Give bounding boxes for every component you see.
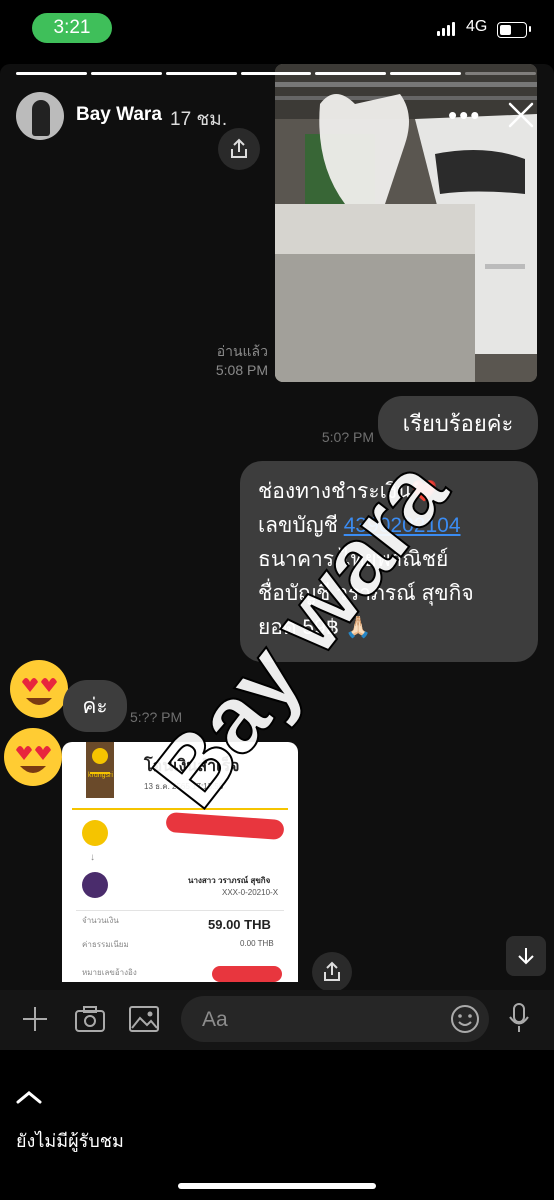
recipient-account: XXX-0-20210-X — [222, 888, 279, 897]
signal-icon — [437, 22, 455, 36]
arrow-down-icon: ↓ — [90, 852, 95, 863]
plus-icon[interactable] — [20, 1004, 50, 1039]
viewers-label[interactable]: ยังไม่มีผู้รับชม — [16, 1126, 124, 1155]
gallery-icon[interactable] — [128, 1004, 160, 1039]
close-icon[interactable] — [506, 100, 536, 130]
home-indicator[interactable] — [178, 1183, 376, 1189]
camera-icon[interactable] — [74, 1004, 106, 1039]
ref-label: หมายเลขอ้างอิง — [82, 968, 137, 977]
chat-message-3[interactable]: ค่ะ — [63, 680, 127, 732]
redacted-ref — [212, 966, 282, 982]
heart-eyes-emoji-2 — [4, 728, 62, 786]
amount-value: 59.00 THB — [208, 917, 271, 932]
emoji-icon[interactable] — [450, 1004, 480, 1039]
share-icon-2[interactable] — [312, 952, 352, 992]
amount-label: จำนวนเงิน — [82, 916, 119, 925]
story-username[interactable]: Bay Wara — [76, 104, 162, 126]
heart-eyes-emoji-1 — [10, 660, 68, 718]
message-time-2: 5:0? PM — [321, 429, 374, 445]
message-input-placeholder: Aa — [202, 1008, 228, 1031]
scroll-down-button[interactable] — [506, 936, 546, 976]
sender-bank-icon — [82, 820, 108, 846]
recipient-bank-icon — [82, 872, 108, 898]
bank-name: krungsri — [88, 772, 113, 779]
recipient-name: นางสาว วราภรณ์ สุขกิจ — [188, 876, 271, 885]
chat-message-1[interactable]: เรียบร้อยค่ะ — [378, 396, 538, 450]
chevron-up-icon[interactable] — [16, 1090, 42, 1109]
story-time: 17 ชม. — [170, 109, 228, 130]
chat-photo[interactable] — [275, 64, 537, 382]
network-label: 4G — [466, 18, 488, 35]
battery-tip — [529, 26, 531, 32]
fee-value: 0.00 THB — [240, 939, 274, 948]
status-time: 3:21 — [32, 13, 112, 43]
story-progress — [16, 72, 537, 76]
arrow-down-icon — [518, 948, 534, 965]
microphone-icon[interactable] — [508, 1002, 530, 1039]
share-icon[interactable] — [218, 128, 260, 170]
read-status: อ่านแล้ว 5:08 PM — [215, 343, 268, 378]
fee-label: ค่าธรรมเนียม — [82, 940, 129, 949]
krungsri-logo — [86, 742, 114, 798]
more-options-icon[interactable]: ••• — [448, 100, 481, 131]
receipt-divider — [72, 808, 288, 810]
battery-icon — [497, 22, 527, 38]
avatar[interactable] — [16, 92, 64, 140]
